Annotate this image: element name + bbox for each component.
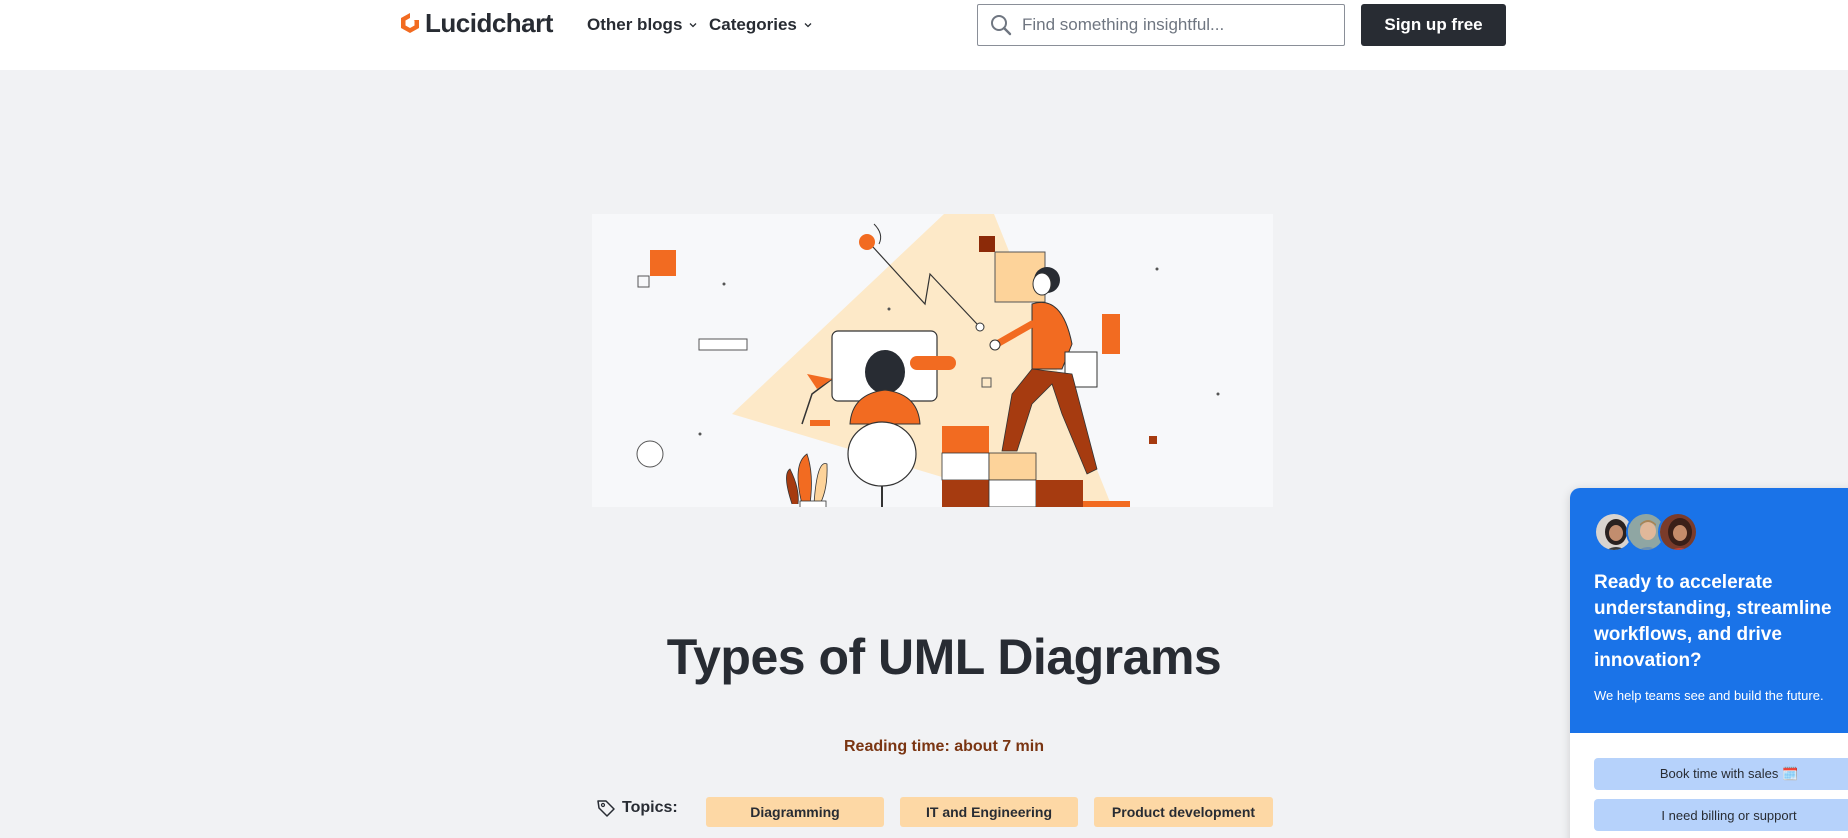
chat-title-line: workflows, and drive [1594,624,1782,645]
search-icon [991,15,1012,36]
lucidchart-logo[interactable]: Lucidchart [400,8,553,38]
chat-title-line: innovation? [1594,650,1702,671]
book-time-with-sales-button[interactable]: Book time with sales 🗓️ [1594,758,1848,790]
topics-label-text: Topics: [622,799,678,816]
logo-text: Lucidchart [425,7,553,38]
billing-support-button[interactable]: I need billing or support [1594,799,1848,831]
sign-up-button[interactable]: Sign up free [1361,4,1506,46]
top-navigation-bar: Lucidchart Other blogs Categories Sign u… [0,0,1848,70]
agent-avatars [1594,512,1846,554]
chat-widget-header: Ready to accelerate understanding, strea… [1570,488,1848,733]
topics-label: Topics: [596,798,678,818]
search-box [977,4,1345,46]
search-input[interactable] [1022,15,1312,35]
chevron-down-icon [689,23,697,28]
topic-tag-diagramming[interactable]: Diagramming [706,797,884,827]
nav-other-blogs-label: Other blogs [587,15,683,34]
lucidchart-logo-icon [401,13,419,33]
chevron-down-icon [804,23,812,28]
chat-widget-title: Ready to accelerate understanding, strea… [1594,570,1846,674]
nav-categories-label: Categories [709,15,797,34]
chat-title-line: Ready to accelerate [1594,572,1773,593]
topics-row: Topics: [596,798,678,818]
hero-illustration [592,214,1273,507]
tag-icon [597,800,615,817]
chat-widget-subtitle: We help teams see and build the future. [1594,688,1824,703]
avatar [1658,512,1698,552]
chat-widget: Ready to accelerate understanding, strea… [1570,488,1848,838]
chat-title-line: understanding, streamline [1594,598,1832,619]
topic-tag-it-engineering[interactable]: IT and Engineering [900,797,1078,827]
topic-tag-product-development[interactable]: Product development [1094,797,1273,827]
nav-other-blogs[interactable]: Other blogs [587,15,698,35]
nav-categories[interactable]: Categories [709,15,813,35]
